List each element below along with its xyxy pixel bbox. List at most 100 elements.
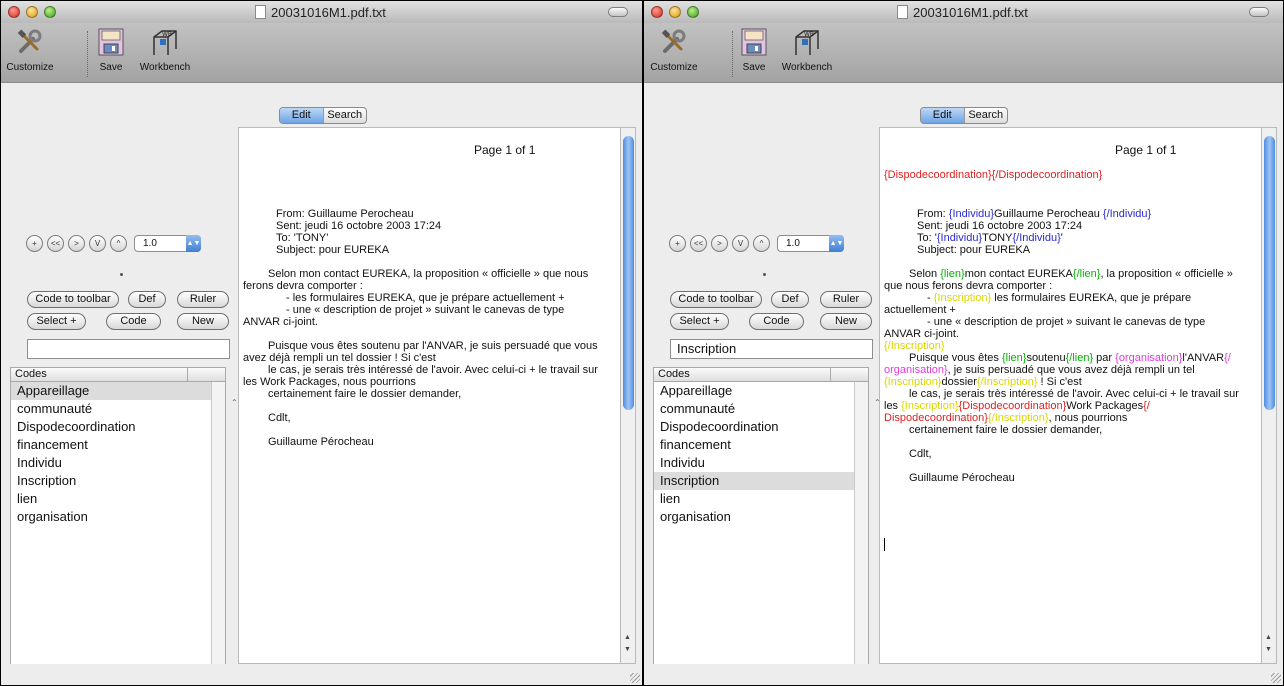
chevron-down-icon[interactable]: V [89,235,106,252]
code-tag: {/Individu} [1012,232,1061,244]
zoom-window-icon[interactable] [687,6,699,18]
def-button[interactable]: Def [128,291,166,308]
code-list-item[interactable]: lien [11,490,211,508]
codes-list: Appareillage communauté Dispodecoordinat… [653,382,854,664]
code-list-item[interactable]: communauté [11,400,211,418]
rewind-icon[interactable]: << [47,235,64,252]
splitter-handle-icon[interactable] [763,273,766,276]
zoom-window-icon[interactable] [44,6,56,18]
code-list-item[interactable]: lien [654,490,854,508]
tab-edit[interactable]: Edit [280,108,323,123]
workbench-button[interactable]: WB Workbench [134,27,196,73]
select-plus-button[interactable]: Select + [27,313,86,330]
code-list-item[interactable]: Inscription [11,472,211,490]
minimize-window-icon[interactable] [26,6,38,18]
add-icon[interactable]: + [26,235,43,252]
new-button[interactable]: New [177,313,229,330]
scroll-up-icon[interactable]: ▲ [624,634,631,641]
splitter-handle-icon[interactable] [120,273,123,276]
codes-scrollbar[interactable] [854,382,869,664]
code-to-toolbar-button[interactable]: Code to toolbar [27,291,119,308]
code-tag: {Inscription} [933,292,992,304]
code-tag: {/Inscription} [987,412,1049,424]
code-button[interactable]: Code [749,313,804,330]
code-name-input[interactable]: Inscription [670,339,873,359]
zoom-select[interactable]: 1.0 ▲▼ [777,235,844,252]
rewind-icon[interactable]: << [690,235,707,252]
email-sent-line: Sent: jeudi 16 octobre 2003 17:24 [917,220,1083,232]
code-button[interactable]: Code [106,313,161,330]
signature-line: Guillaume Pérocheau [909,472,1015,484]
minimize-window-icon[interactable] [669,6,681,18]
customize-button[interactable]: Customize [6,27,54,73]
tab-search[interactable]: Search [322,108,367,123]
code-list-item[interactable]: Individu [654,454,854,472]
document-scrollbar[interactable]: ▲ ▼ [621,127,636,664]
new-button[interactable]: New [820,313,872,330]
code-list-item[interactable]: organisation [654,508,854,526]
forward-icon[interactable]: > [711,235,728,252]
scrollbar-thumb[interactable] [623,136,634,410]
select-plus-button[interactable]: Select + [670,313,729,330]
forward-icon[interactable]: > [68,235,85,252]
window-titlebar[interactable]: 20031016M1.pdf.txt [1,1,642,23]
scroll-down-icon[interactable]: ▼ [1265,646,1272,653]
toolbar-toggle-button[interactable] [1249,7,1269,17]
window-title: 20031016M1.pdf.txt [913,5,1028,20]
resize-grip-icon[interactable] [1271,673,1281,683]
resize-grip-icon[interactable] [630,673,640,683]
add-icon[interactable]: + [669,235,686,252]
close-window-icon[interactable] [8,6,20,18]
code-name-input[interactable] [27,339,230,359]
text-run: - [927,292,934,304]
code-list-item[interactable]: Dispodecoordination [11,418,211,436]
window-titlebar[interactable]: 20031016M1.pdf.txt [644,1,1283,23]
scroll-up-icon[interactable]: ▲ [1265,634,1272,641]
chevron-up-icon[interactable]: ^ [753,235,770,252]
zoom-select[interactable]: 1.0 ▲▼ [134,235,201,252]
code-list-item[interactable]: Appareillage [654,382,854,400]
code-to-toolbar-button[interactable]: Code to toolbar [670,291,762,308]
scrollbar-thumb[interactable] [1264,136,1275,410]
code-list-item[interactable]: Dispodecoordination [654,418,854,436]
code-list-item[interactable]: financement [11,436,211,454]
code-list-item[interactable]: communauté [654,400,854,418]
code-list-item[interactable]: organisation [11,508,211,526]
workbench-button[interactable]: WB Workbench [776,27,838,73]
pane-splitter-icon[interactable]: ⌃ [231,398,238,407]
tab-edit[interactable]: Edit [921,108,964,123]
codes-scrollbar[interactable] [211,382,226,664]
ruler-button[interactable]: Ruler [177,291,229,308]
body-line: les {Inscription}{Dispodecoordination}Wo… [884,400,1150,412]
save-button[interactable]: Save [736,27,772,73]
stepper-arrows-icon[interactable]: ▲▼ [186,235,201,252]
code-tag: {Inscription} [901,400,959,412]
code-list-item[interactable]: financement [654,436,854,454]
customize-button[interactable]: Customize [650,27,698,73]
code-tag: {/ [1224,352,1231,364]
save-button[interactable]: Save [93,27,129,73]
email-subject-line: Subject: pour EUREKA [276,244,390,256]
email-to-line: To: 'TONY' [276,232,329,244]
def-button[interactable]: Def [771,291,809,308]
document-scrollbar[interactable]: ▲ ▼ [1262,127,1277,664]
close-window-icon[interactable] [651,6,663,18]
codes-column-header[interactable]: Codes [653,367,869,382]
ruler-button[interactable]: Ruler [820,291,872,308]
tab-search[interactable]: Search [963,108,1008,123]
code-list-item[interactable]: Inscription [654,472,854,490]
customize-label: Customize [6,62,54,73]
chevron-up-icon[interactable]: ^ [110,235,127,252]
codes-column-header[interactable]: Codes [10,367,226,382]
document-text-editor[interactable]: Page 1 of 1 {Dispodecoordination}{/Dispo… [879,127,1262,664]
code-list-item[interactable]: Individu [11,454,211,472]
code-list-item[interactable]: Appareillage [11,382,211,400]
document-text-editor[interactable]: Page 1 of 1 From: Guillaume Perocheau Se… [238,127,621,664]
chevron-down-icon[interactable]: V [732,235,749,252]
text-run: mon contact EUREKA [964,268,1073,280]
toolbar-toggle-button[interactable] [608,7,628,17]
scroll-down-icon[interactable]: ▼ [624,646,631,653]
code-tag: {/Inscription} [884,340,945,352]
body-line: les Work Packages, nous pourrions [243,376,416,388]
stepper-arrows-icon[interactable]: ▲▼ [829,235,844,252]
